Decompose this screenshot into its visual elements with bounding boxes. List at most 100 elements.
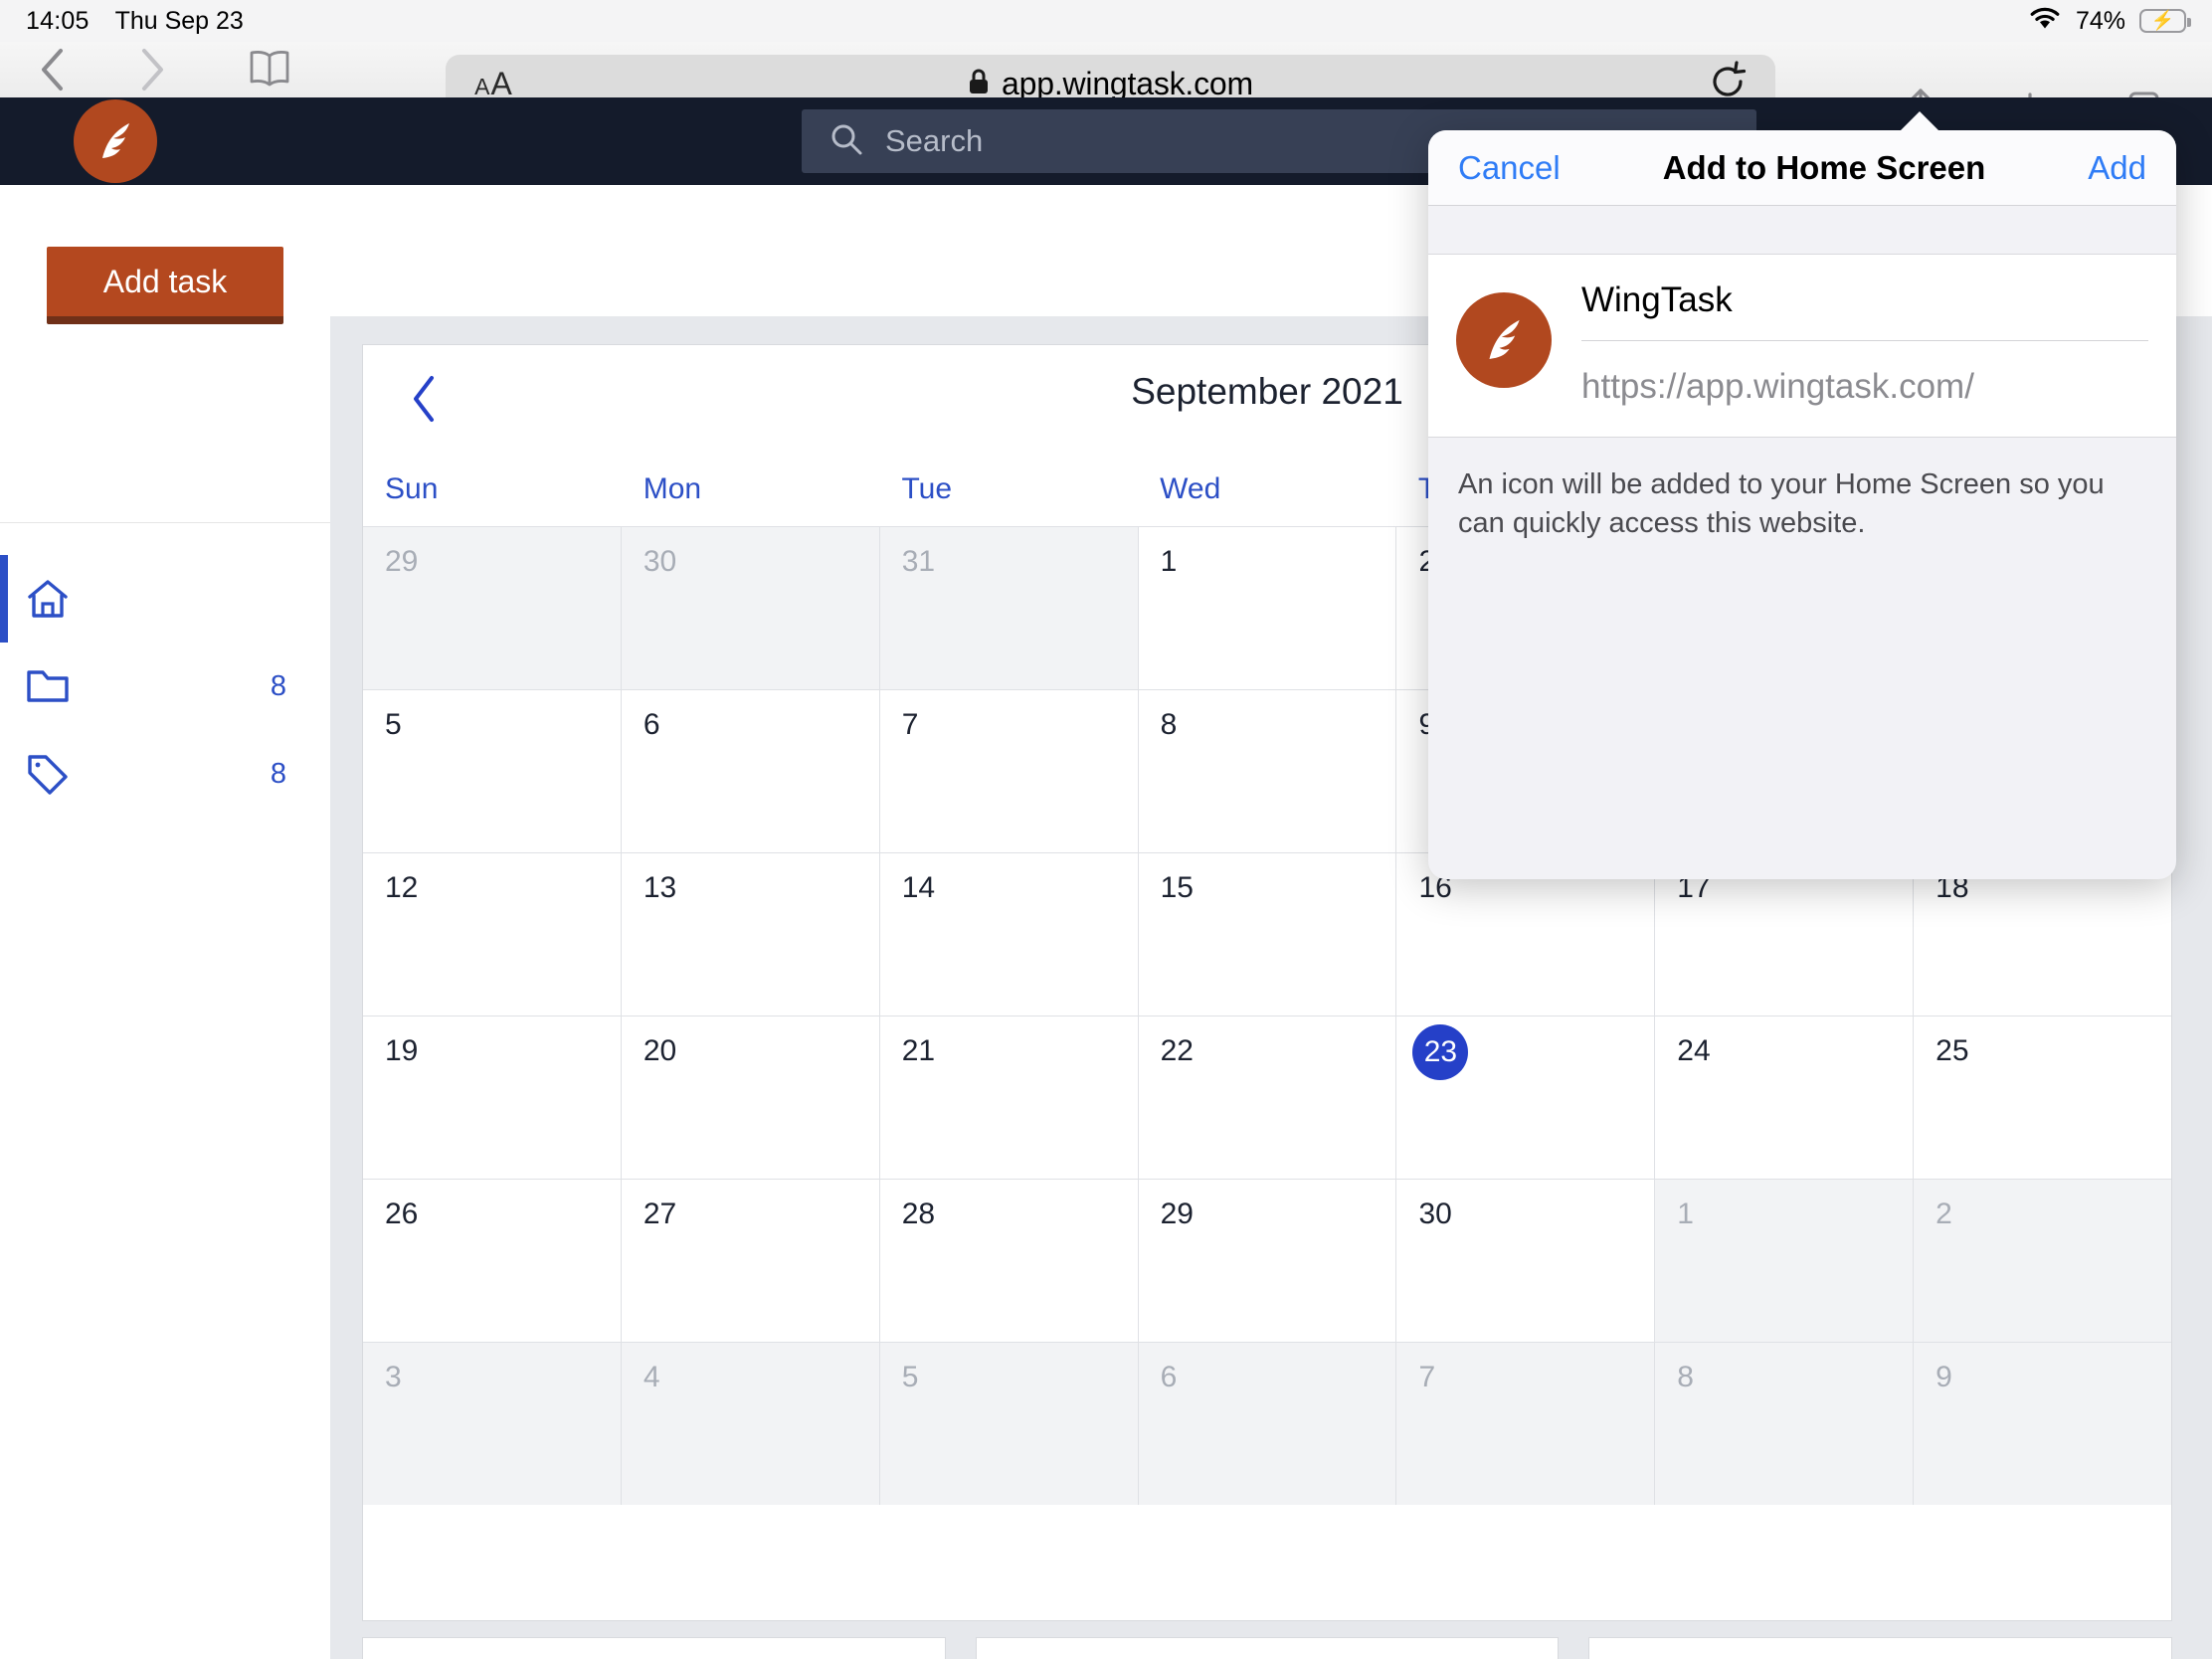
calendar-day-cell[interactable]: 8 (1139, 690, 1397, 852)
app-url-field: https://app.wingtask.com/ (1581, 367, 1974, 406)
calendar-day-cell[interactable]: 23 (1396, 1016, 1656, 1179)
sidebar-item-tags[interactable]: 8 (0, 730, 330, 818)
status-time: 14:05 (26, 6, 90, 35)
calendar-day-number: 22 (1160, 1034, 1194, 1067)
sidebar-nav: 8 8 (0, 523, 330, 818)
calendar-day-cell[interactable]: 6 (622, 690, 880, 852)
calendar-day-cell[interactable]: 4 (621, 1343, 880, 1505)
tag-icon (0, 752, 95, 796)
stat-card-waiting: Waiting 4 view (1588, 1637, 2173, 1659)
home-icon (0, 577, 95, 621)
popover-note: An icon will be added to your Home Scree… (1458, 468, 2105, 540)
lock-icon (968, 68, 990, 100)
calendar-day-number: 12 (385, 871, 419, 904)
calendar-day-cell[interactable]: 9 (1914, 1343, 2172, 1505)
url-display[interactable]: app.wingtask.com (541, 66, 1680, 102)
popover-app-card: WingTask https://app.wingtask.com/ (1428, 254, 2176, 438)
text-size-large-a: A (490, 65, 512, 101)
calendar-week-row: 19 20 21 22 23 24 25 (363, 1015, 2171, 1179)
stats-row: Total 63 view Overdue 0 Waiting (362, 1637, 2173, 1659)
calendar-week-row: 26 27 28 29 30 1 2 (363, 1179, 2172, 1342)
battery-percent: 74% (2075, 6, 2125, 35)
calendar-day-cell[interactable]: 21 (880, 1016, 1139, 1179)
calendar-day-cell[interactable]: 1 (1139, 527, 1397, 689)
calendar-day-cell[interactable]: 1 (1655, 1180, 1915, 1342)
calendar-day-cell[interactable]: 7 (880, 690, 1139, 852)
calendar-day-number: 1 (1160, 545, 1178, 578)
calendar-day-cell[interactable]: 20 (622, 1016, 880, 1179)
search-placeholder: Search (885, 123, 984, 158)
calendar-day-cell[interactable]: 19 (363, 1016, 622, 1179)
sidebar-item-projects[interactable]: 8 (0, 643, 330, 730)
calendar-day-number: 29 (1160, 1198, 1194, 1230)
calendar-day-cell[interactable]: 14 (880, 853, 1139, 1015)
wifi-icon (2028, 5, 2062, 38)
calendar-day-cell[interactable]: 13 (622, 853, 880, 1015)
chevron-right-icon (135, 46, 169, 93)
calendar-day-cell[interactable]: 5 (879, 1343, 1139, 1505)
calendar-day-cell[interactable]: 5 (363, 690, 622, 852)
add-button[interactable]: Add (2088, 149, 2146, 187)
calendar-day-number: 31 (901, 545, 936, 578)
stat-card-overdue: Overdue 0 (975, 1637, 1560, 1659)
calendar-day-cell[interactable]: 6 (1138, 1343, 1397, 1505)
calendar-day-cell[interactable]: 26 (363, 1180, 622, 1342)
calendar-day-cell[interactable]: 29 (363, 527, 622, 689)
day-header-wed: Wed (1160, 472, 1221, 505)
popover-arrow (1898, 111, 1941, 133)
text-size-button[interactable]: A A (446, 66, 541, 102)
calendar-day-number: 7 (901, 708, 919, 741)
calendar-day-cell[interactable]: 22 (1139, 1016, 1397, 1179)
popover-fields: WingTask https://app.wingtask.com/ (1581, 280, 2148, 407)
folder-icon (0, 666, 95, 706)
calendar-day-cell[interactable]: 28 (880, 1180, 1139, 1342)
calendar-day-cell[interactable]: 15 (1139, 853, 1397, 1015)
app-logo-link[interactable] (0, 99, 231, 183)
forward-button[interactable] (117, 42, 187, 97)
search-icon (830, 122, 863, 161)
calendar-day-cell[interactable]: 31 (879, 527, 1139, 689)
back-button[interactable] (18, 42, 88, 97)
status-date: Thu Sep 23 (114, 6, 244, 35)
sidebar-item-tags-count: 8 (270, 757, 286, 790)
calendar-day-number: 2 (1936, 1198, 1952, 1230)
calendar-day-cell[interactable]: 30 (621, 527, 880, 689)
bookmarks-button[interactable] (235, 42, 304, 97)
calendar-day-number: 15 (1160, 871, 1194, 904)
calendar-day-number: 27 (643, 1198, 677, 1230)
add-task-button[interactable]: Add task (47, 247, 283, 324)
calendar-day-cell[interactable]: 8 (1655, 1343, 1915, 1505)
calendar-day-cell[interactable]: 12 (363, 853, 622, 1015)
calendar-day-cell[interactable]: 24 (1655, 1016, 1915, 1179)
wingtask-feather-logo (74, 99, 157, 183)
calendar-day-number: 24 (1677, 1034, 1711, 1067)
calendar-day-cell[interactable]: 25 (1914, 1016, 2171, 1179)
calendar-day-number: 25 (1936, 1034, 1969, 1067)
day-header-tue: Tue (901, 472, 953, 505)
day-header-sun: Sun (385, 472, 439, 505)
calendar-day-cell[interactable]: 27 (622, 1180, 880, 1342)
calendar-day-cell[interactable]: 2 (1914, 1180, 2172, 1342)
calendar-day-number: 6 (1160, 1361, 1178, 1393)
calendar-day-number: 8 (1160, 708, 1178, 741)
calendar-day-number: 7 (1418, 1361, 1436, 1393)
calendar-day-cell[interactable]: 30 (1396, 1180, 1656, 1342)
calendar-day-number: 28 (901, 1198, 936, 1230)
stat-card-total: Total 63 view (362, 1637, 946, 1659)
app-name-field[interactable]: WingTask (1581, 280, 2148, 341)
cancel-button[interactable]: Cancel (1458, 149, 1561, 187)
calendar-day-cell[interactable]: 3 (363, 1343, 622, 1505)
sidebar-item-home[interactable] (0, 555, 330, 643)
ios-status-bar: 14:05 Thu Sep 23 74% ⚡ (0, 0, 2212, 42)
ipad-safari-screen: 14:05 Thu Sep 23 74% ⚡ A A app.wingtask.… (0, 0, 2212, 1659)
sidebar: Add task 8 8 (0, 185, 330, 1659)
calendar-day-number: 26 (385, 1198, 419, 1230)
calendar-day-number: 30 (1418, 1198, 1452, 1230)
calendar-day-number: 29 (385, 545, 419, 578)
calendar-day-cell[interactable]: 7 (1396, 1343, 1656, 1505)
battery-charging-icon: ⚡ (2139, 9, 2191, 33)
calendar-day-number: 1 (1677, 1198, 1694, 1230)
wingtask-feather-logo (1456, 292, 1552, 388)
sidebar-top-section: Add task (0, 185, 330, 523)
calendar-day-cell[interactable]: 29 (1139, 1180, 1397, 1342)
